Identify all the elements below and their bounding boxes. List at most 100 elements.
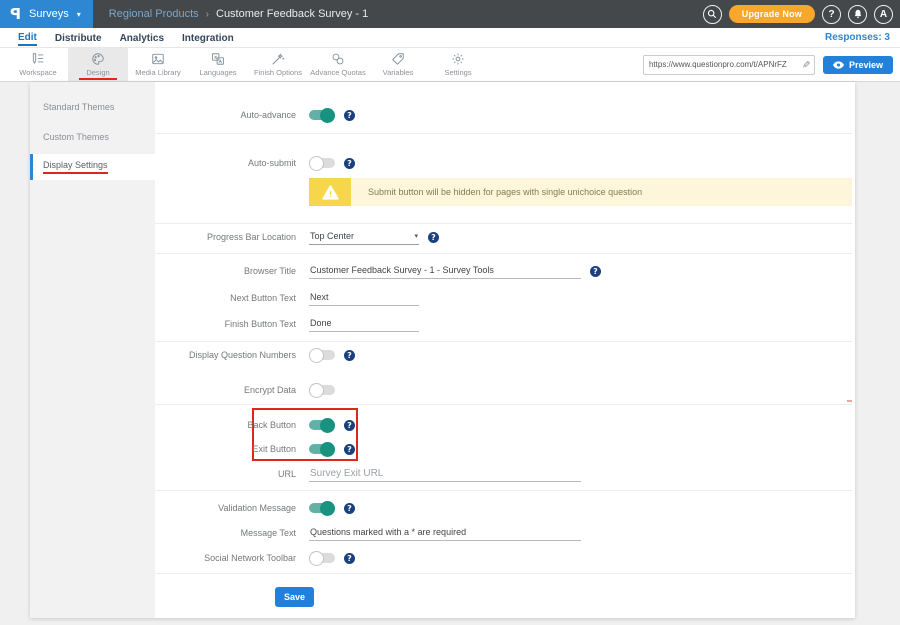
validation-message-label: Validation Message [155, 503, 296, 513]
toggle-knob [320, 501, 335, 516]
save-button[interactable]: Save [275, 587, 314, 607]
design-settings-card: Standard Themes Custom Themes Display Se… [30, 82, 855, 618]
help-icon[interactable]: ? [344, 350, 355, 361]
eye-icon [833, 61, 844, 69]
warning-triangle-icon: ! [322, 185, 339, 200]
help-icon[interactable]: ? [344, 503, 355, 514]
bell-icon [853, 9, 863, 19]
tab-integration[interactable]: Integration [182, 30, 234, 45]
toolbar-item-advance-quotas[interactable]: Advance Quotas [308, 48, 368, 81]
help-icon[interactable]: ? [344, 110, 355, 121]
toggle-knob [309, 383, 324, 398]
magic-wand-icon [271, 52, 285, 66]
toggle-knob [309, 156, 324, 171]
back-button-toggle[interactable] [309, 420, 335, 430]
toolbar-item-media-library[interactable]: Media Library [128, 48, 188, 81]
top-bar: P Surveys ▾ Regional Products › Customer… [0, 0, 900, 28]
breadcrumb-current: Customer Feedback Survey - 1 [216, 8, 368, 20]
breadcrumb: Regional Products › Customer Feedback Su… [109, 8, 368, 20]
toolbar-item-settings[interactable]: Settings [428, 48, 488, 81]
chevron-down-icon: ▾ [77, 10, 81, 19]
edit-url-icon[interactable]: ✎ [799, 60, 810, 68]
tab-edit[interactable]: Edit [18, 29, 37, 46]
exit-url-label: URL [155, 469, 296, 479]
next-button-text-label: Next Button Text [155, 293, 296, 303]
display-question-numbers-label: Display Question Numbers [155, 350, 296, 360]
next-button-text-input[interactable] [309, 290, 419, 306]
browser-title-input[interactable] [309, 263, 581, 279]
breadcrumb-separator: › [206, 9, 209, 20]
encrypt-data-toggle[interactable] [309, 385, 335, 395]
toggle-knob [320, 418, 335, 433]
display-question-numbers-toggle[interactable] [309, 350, 335, 360]
message-text-row: Message Text [155, 523, 851, 543]
finish-button-text-row: Finish Button Text [155, 314, 851, 334]
display-question-numbers-row: Display Question Numbers ? [155, 345, 851, 365]
social-network-toolbar-row: Social Network Toolbar ? [155, 548, 851, 568]
toggle-knob [309, 348, 324, 363]
social-network-toolbar-label: Social Network Toolbar [155, 553, 296, 563]
sidebar-item-custom-themes[interactable]: Custom Themes [30, 124, 155, 150]
account-button[interactable]: A [874, 5, 893, 24]
toolbar-item-finish-options[interactable]: Finish Options [248, 48, 308, 81]
toolbar-item-variables[interactable]: Variables [368, 48, 428, 81]
warning-text: Submit button will be hidden for pages w… [351, 178, 642, 206]
help-button[interactable]: ? [822, 5, 841, 24]
workspace-icon [31, 52, 45, 66]
validation-message-toggle[interactable] [309, 503, 335, 513]
help-icon[interactable]: ? [344, 553, 355, 564]
exit-url-row: URL [155, 464, 851, 484]
notifications-button[interactable] [848, 5, 867, 24]
help-icon[interactable]: ? [344, 420, 355, 431]
upgrade-now-button[interactable]: Upgrade Now [729, 5, 815, 23]
toolbar-item-design[interactable]: Design [68, 48, 128, 81]
help-icon[interactable]: ? [344, 444, 355, 455]
help-icon[interactable]: ? [428, 232, 439, 243]
product-name: Surveys [29, 8, 69, 20]
auto-submit-toggle[interactable] [309, 158, 335, 168]
search-button[interactable] [703, 5, 722, 24]
help-icon[interactable]: ? [344, 158, 355, 169]
toggle-knob [320, 442, 335, 457]
design-annotation-underline [79, 78, 117, 81]
exit-url-input[interactable] [309, 466, 581, 482]
progress-bar-location-select[interactable]: Top Center ▾ [309, 229, 419, 245]
translate-icon: xA [211, 52, 225, 66]
preview-button[interactable]: Preview [823, 56, 893, 74]
tag-icon [391, 52, 405, 66]
encrypt-data-label: Encrypt Data [155, 385, 296, 395]
toggle-knob [309, 551, 324, 566]
design-sidebar: Standard Themes Custom Themes Display Se… [30, 82, 155, 618]
toolbar-item-languages[interactable]: xA Languages [188, 48, 248, 81]
social-network-toolbar-toggle[interactable] [309, 553, 335, 563]
survey-url-input[interactable] [649, 60, 801, 69]
breadcrumb-parent[interactable]: Regional Products [109, 8, 199, 20]
validation-message-row: Validation Message ? [155, 498, 851, 518]
sidebar-item-standard-themes[interactable]: Standard Themes [30, 94, 155, 120]
message-text-label: Message Text [155, 528, 296, 538]
divider [155, 573, 852, 574]
responses-count[interactable]: Responses: 3 [825, 32, 890, 43]
scrollbar-annotation-marker [847, 400, 852, 402]
divider [155, 223, 852, 224]
help-icon[interactable]: ? [590, 266, 601, 277]
chain-links-icon [331, 52, 345, 66]
toolbar-item-workspace[interactable]: Workspace [8, 48, 68, 81]
avatar: A [880, 9, 887, 20]
exit-button-toggle[interactable] [309, 444, 335, 454]
questionpro-logo-icon: P [10, 5, 21, 23]
tab-distribute[interactable]: Distribute [55, 30, 102, 45]
toggle-knob [320, 108, 335, 123]
tab-analytics[interactable]: Analytics [120, 30, 164, 45]
encrypt-data-row: Encrypt Data [155, 380, 851, 400]
sidebar-item-display-settings[interactable]: Display Settings [30, 154, 155, 180]
progress-bar-location-row: Progress Bar Location Top Center ▾ ? [155, 227, 851, 247]
auto-advance-toggle[interactable] [309, 110, 335, 120]
app-switcher[interactable]: P Surveys ▾ [0, 0, 93, 28]
message-text-input[interactable] [309, 525, 581, 541]
exit-button-label: Exit Button [155, 444, 296, 454]
auto-advance-row: Auto-advance ? [155, 105, 851, 125]
finish-button-text-label: Finish Button Text [155, 319, 296, 329]
select-caret-icon: ▾ [414, 232, 418, 240]
finish-button-text-input[interactable] [309, 316, 419, 332]
